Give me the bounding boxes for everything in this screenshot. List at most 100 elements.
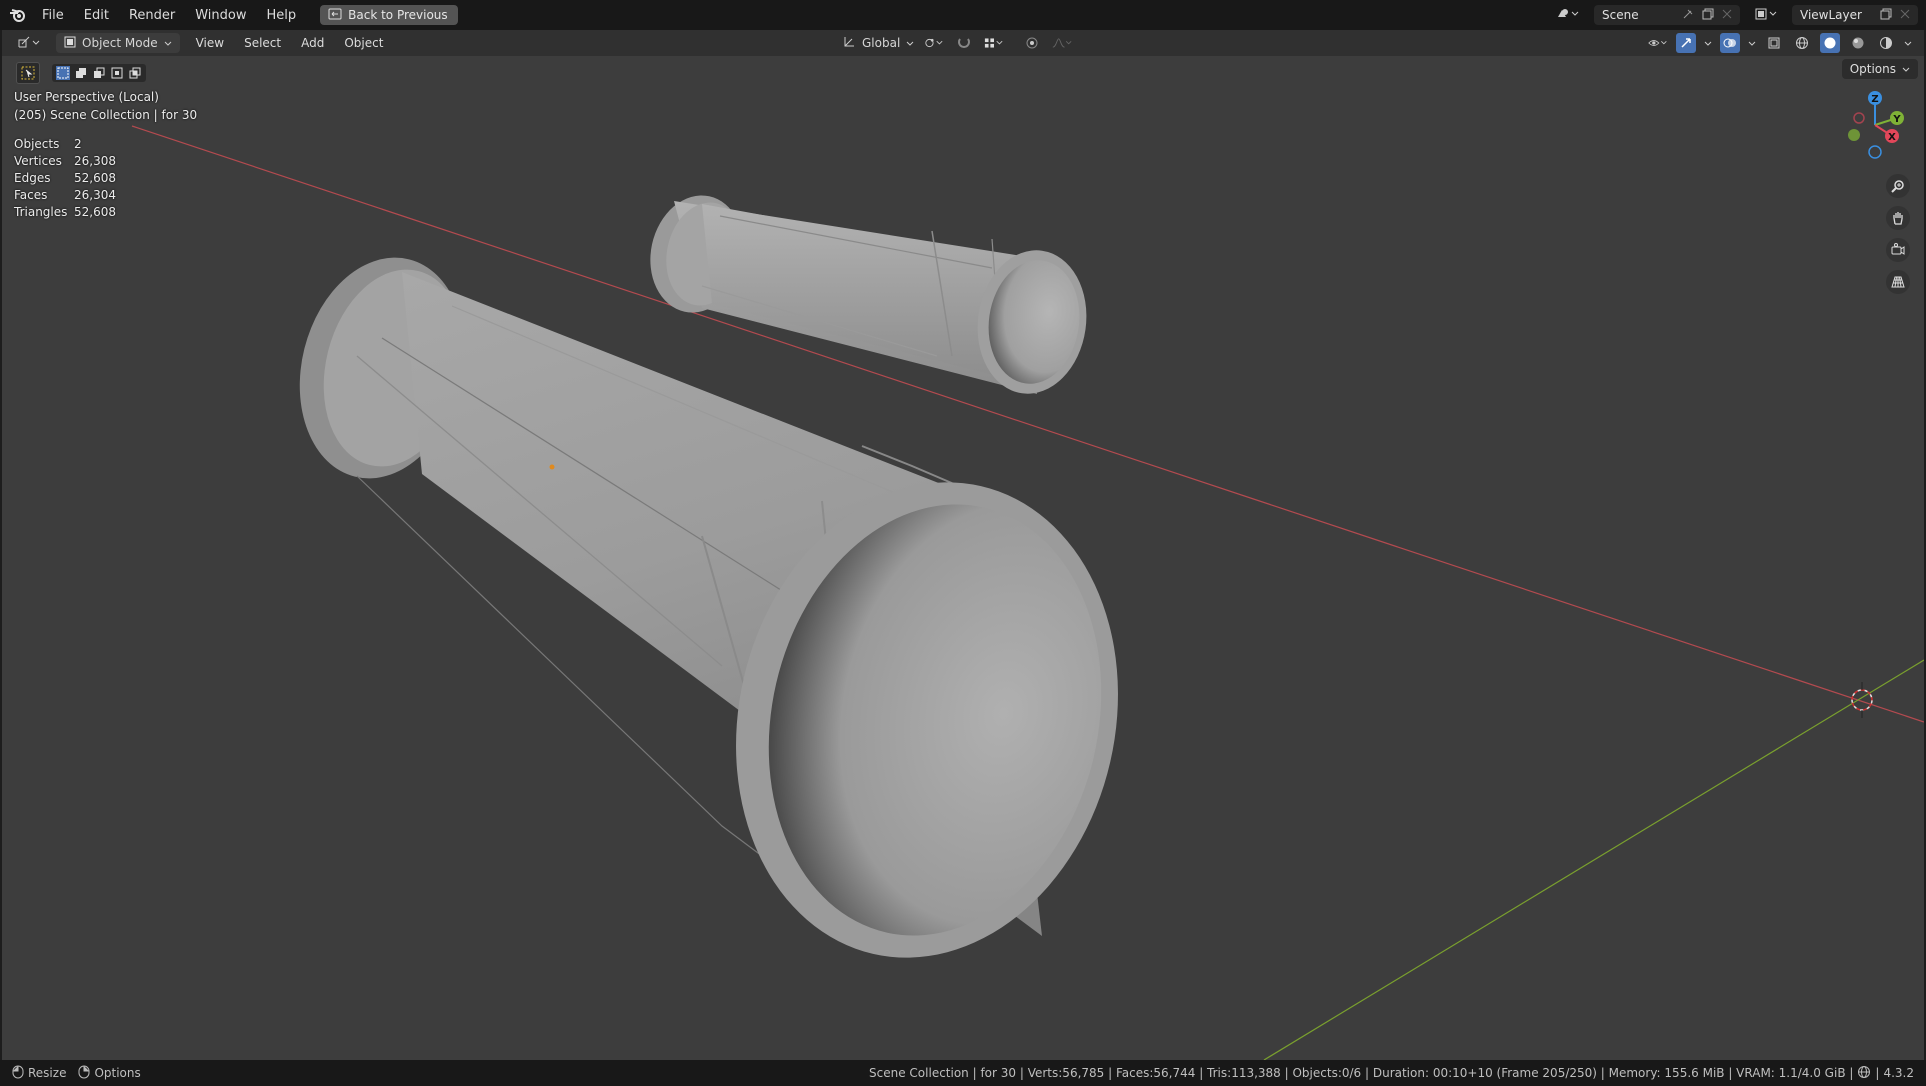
viewport-header: Object Mode View Select Add Object Globa… (2, 30, 1924, 56)
menu-select[interactable]: Select (234, 36, 291, 50)
stat-label-objects: Objects (14, 137, 60, 151)
view-layer-selector-icon[interactable] (1754, 7, 1778, 24)
collection-info: (205) Scene Collection | for 30 (14, 108, 198, 122)
top-menu-bar: File Edit Render Window Help Back to Pre… (0, 0, 1926, 30)
statistics-overlay: Objects 2 Vertices 26,308 Edges 52,608 F… (14, 136, 197, 221)
rendered-shading-icon[interactable] (1876, 33, 1896, 53)
blender-version: 4.3.2 (1883, 1066, 1914, 1080)
new-view-layer-icon[interactable] (1880, 8, 1892, 23)
object-mode-dropdown[interactable]: Object Mode (56, 33, 180, 53)
stat-value-triangles: 52,608 (74, 205, 116, 219)
editor-type-icon[interactable] (16, 36, 42, 50)
status-info: Scene Collection | for 30 | Verts:56,785… (869, 1060, 1914, 1086)
3d-viewport[interactable]: User Perspective (Local) (205) Scene Col… (2, 56, 1924, 1060)
scene-statistics-text: Scene Collection | for 30 | Verts:56,785… (869, 1066, 1854, 1080)
navigation-gizmo[interactable]: Z Y X (1840, 90, 1910, 160)
select-invert-icon[interactable] (110, 66, 124, 80)
menu-render[interactable]: Render (119, 8, 185, 23)
menu-object[interactable]: Object (334, 36, 393, 50)
back-to-previous-label: Back to Previous (348, 8, 448, 22)
menu-window[interactable]: Window (185, 8, 256, 23)
view-name: User Perspective (Local) (14, 90, 159, 104)
stat-label-faces: Faces (14, 188, 48, 202)
snap-increment-icon[interactable] (984, 33, 1004, 53)
visibility-selectability-icon[interactable] (1648, 33, 1668, 53)
viewport-scene[interactable] (2, 56, 1924, 1060)
scene-name: Scene (1602, 8, 1639, 22)
mouse-left-icon (12, 1065, 24, 1082)
pin-icon[interactable] (1682, 8, 1694, 23)
transform-orientation-label: Global (862, 36, 901, 50)
select-intersect-icon[interactable] (128, 66, 142, 80)
delete-scene-icon[interactable] (1722, 8, 1732, 22)
options-dropdown[interactable]: Options (1841, 59, 1918, 79)
chevron-down-icon[interactable] (1748, 36, 1756, 50)
perspective-ortho-icon[interactable] (1886, 270, 1910, 294)
menu-file[interactable]: File (32, 8, 74, 23)
delete-view-layer-icon[interactable] (1900, 8, 1910, 22)
gizmo-x-label: X (1888, 132, 1896, 143)
select-tool-row (16, 62, 146, 84)
stat-label-vertices: Vertices (14, 154, 62, 168)
resize-hint: Resize (12, 1065, 66, 1082)
gizmo-y-label: Y (1892, 114, 1901, 125)
pan-hand-icon[interactable] (1886, 206, 1910, 230)
network-icon (1857, 1065, 1871, 1082)
scene-selector-icon[interactable] (1556, 7, 1580, 24)
snap-toggle-icon[interactable] (954, 33, 974, 53)
new-scene-icon[interactable] (1702, 8, 1714, 23)
back-icon (328, 8, 342, 23)
chevron-down-icon (1902, 62, 1910, 76)
menu-help[interactable]: Help (257, 8, 307, 23)
select-subtract-icon[interactable] (92, 66, 106, 80)
stat-value-edges: 52,608 (74, 171, 116, 185)
wireframe-shading-icon[interactable] (1792, 33, 1812, 53)
options-label: Options (1849, 62, 1896, 76)
chevron-down-icon (906, 36, 914, 50)
proportional-falloff-icon[interactable] (1052, 33, 1072, 53)
gizmo-y-axis[interactable]: Y (1890, 111, 1904, 125)
stat-label-edges: Edges (14, 171, 51, 185)
gizmo-x-axis[interactable]: X (1885, 129, 1899, 143)
viewport-text-overlay: User Perspective (Local) (205) Scene Col… (14, 88, 197, 221)
transform-orientation-dropdown[interactable]: Global (842, 35, 914, 52)
options-hint-label: Options (94, 1066, 141, 1080)
mouse-right-icon (78, 1065, 90, 1082)
status-bar: Resize Options Scene Collection | for 30… (0, 1060, 1926, 1086)
solid-shading-icon[interactable] (1820, 33, 1840, 53)
selection-mode-group (52, 64, 146, 82)
options-hint: Options (78, 1065, 141, 1082)
view-layer-field[interactable]: ViewLayer (1792, 5, 1918, 25)
gizmo-toggle-icon[interactable] (1676, 33, 1696, 53)
chevron-down-icon[interactable] (1704, 36, 1712, 50)
object-mode-icon (64, 36, 76, 51)
navigation-buttons (1886, 174, 1910, 294)
3d-cursor-icon (1851, 682, 1873, 718)
material-preview-icon[interactable] (1848, 33, 1868, 53)
back-to-previous-button[interactable]: Back to Previous (320, 5, 458, 25)
select-new-icon[interactable] (56, 66, 70, 80)
stat-value-objects: 2 (74, 137, 82, 151)
separator: | (1875, 1066, 1880, 1080)
menu-edit[interactable]: Edit (74, 8, 119, 23)
y-axis-line (1263, 659, 1924, 1060)
xray-toggle-icon[interactable] (1764, 33, 1784, 53)
overlays-toggle-icon[interactable] (1720, 33, 1740, 53)
zoom-icon[interactable] (1886, 174, 1910, 198)
pivot-point-icon[interactable] (924, 33, 944, 53)
chevron-down-icon (164, 36, 172, 50)
select-box-tool-button[interactable] (16, 62, 40, 84)
select-extend-icon[interactable] (74, 66, 88, 80)
stat-label-triangles: Triangles (14, 205, 68, 219)
blender-logo-icon[interactable] (8, 5, 28, 25)
camera-view-icon[interactable] (1886, 238, 1910, 262)
proportional-editing-icon[interactable] (1022, 33, 1042, 53)
scene-field[interactable]: Scene (1594, 5, 1740, 25)
orientation-axes-icon (842, 35, 856, 52)
menu-add[interactable]: Add (291, 36, 334, 50)
stat-value-faces: 26,304 (74, 188, 116, 202)
gizmo-z-axis[interactable]: Z (1868, 91, 1882, 105)
resize-hint-label: Resize (28, 1066, 67, 1080)
chevron-down-icon[interactable] (1904, 36, 1912, 50)
menu-view[interactable]: View (186, 36, 234, 50)
